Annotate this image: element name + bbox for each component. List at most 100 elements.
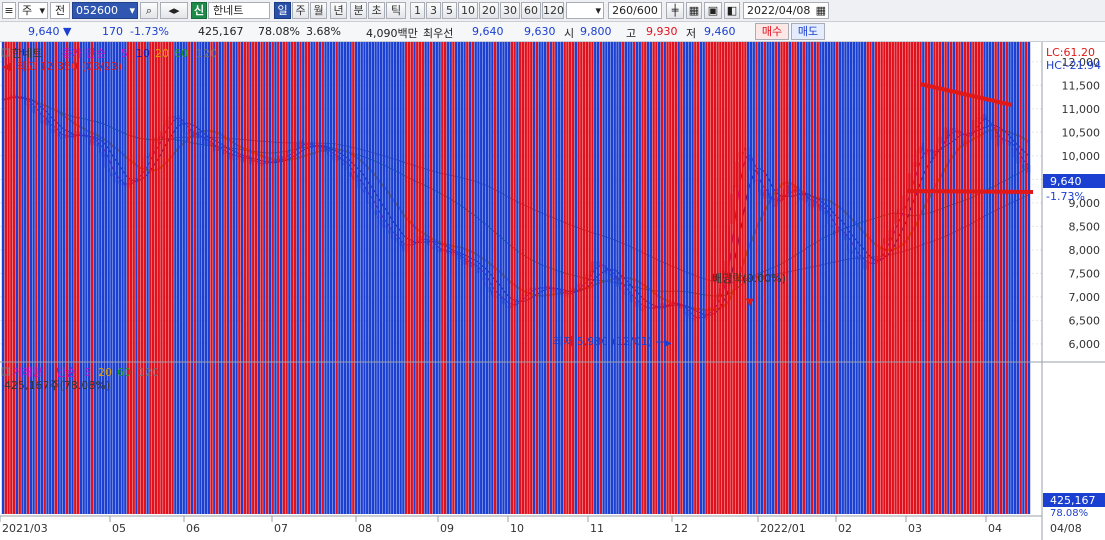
volume-bar	[507, 42, 511, 514]
period-month[interactable]: 월	[310, 2, 327, 19]
volume-bar	[324, 42, 327, 514]
volume-bar	[980, 42, 983, 514]
volume-bar	[279, 42, 283, 514]
candle-toggle-icon[interactable]: ╪	[666, 2, 684, 19]
volume-bar	[207, 42, 210, 514]
stock-chart[interactable]: 6,0006,5007,0007,5008,0008,5009,0009,500…	[0, 42, 1105, 540]
speaker-icon[interactable]: ◂▸	[160, 2, 188, 19]
volume-bar	[616, 42, 619, 514]
chevron-down-icon: ▾	[39, 4, 45, 17]
interval-20[interactable]: 20	[479, 2, 499, 19]
volume-bar	[582, 42, 586, 514]
volume-bar	[510, 42, 514, 514]
period-tick[interactable]: 틱	[386, 2, 406, 19]
volume-bar	[393, 42, 397, 514]
volume-bar	[143, 42, 147, 514]
date-input[interactable]: 2022/04/08 ▦	[743, 2, 829, 19]
legend-ma60: 60	[174, 47, 188, 60]
date-tick-label: 07	[274, 522, 288, 535]
volume-bar	[60, 42, 63, 515]
volume-bar	[435, 42, 438, 514]
market-select[interactable]: 주 ▾	[18, 2, 48, 19]
volume-bar	[632, 42, 636, 514]
volume-bar	[669, 42, 672, 514]
volume-bar	[24, 42, 27, 514]
period-week[interactable]: 주	[292, 2, 309, 19]
volume-bar	[847, 42, 850, 514]
lc-value: LC:61.20	[1046, 46, 1095, 59]
volume-bar	[49, 42, 52, 514]
window-icon[interactable]: ◧	[724, 2, 740, 19]
current-price-pct: -1.73%	[1046, 190, 1085, 203]
volume-bar	[346, 42, 349, 514]
period-day[interactable]: 일	[274, 2, 291, 19]
save-icon[interactable]: ▣	[704, 2, 722, 19]
menu-icon[interactable]: ≡	[2, 2, 16, 19]
period-second[interactable]: 초	[368, 2, 385, 19]
volume-bar	[1, 42, 5, 514]
volume-bar	[607, 42, 611, 514]
interval-120[interactable]: 120	[542, 2, 564, 19]
high-label: 고	[626, 27, 637, 40]
volume-bar	[482, 42, 486, 514]
high-price: 9,930	[646, 25, 678, 38]
period-year[interactable]: 년	[330, 2, 347, 19]
volume-bar	[201, 42, 205, 514]
volume-bar	[605, 42, 608, 514]
interval-1[interactable]: 1	[410, 2, 425, 19]
interval-custom-input[interactable]: ▾	[566, 2, 604, 19]
volume-bar	[827, 42, 831, 514]
volume-bar	[199, 42, 202, 514]
volume-bar	[99, 42, 102, 514]
date-tick-label: 04	[988, 522, 1002, 535]
volume-bar	[357, 42, 361, 514]
interval-10[interactable]: 10	[458, 2, 478, 19]
volume-bar	[188, 42, 191, 514]
count-input[interactable]: 260/600	[608, 2, 662, 19]
interval-5[interactable]: 5	[442, 2, 457, 19]
open-price: 9,800	[580, 25, 612, 38]
interval-3[interactable]: 3	[426, 2, 441, 19]
volume-bar	[71, 42, 74, 514]
volume-bar	[427, 42, 430, 514]
volume-bar	[535, 42, 539, 514]
price-tick-label: 6,000	[1069, 338, 1101, 351]
interval-60[interactable]: 60	[521, 2, 541, 19]
volume-bar	[252, 42, 255, 514]
volume-bar	[382, 42, 386, 514]
volume-bar	[93, 42, 96, 514]
volume-bar	[913, 42, 917, 514]
volume-bar	[696, 42, 700, 514]
buy-button[interactable]: 매수	[755, 23, 789, 40]
calendar-icon[interactable]: ▦	[816, 3, 826, 18]
date-tick-label: 05	[112, 522, 126, 535]
volume-bar	[396, 42, 400, 514]
stock-code-input[interactable]: 052600 ▾	[72, 2, 138, 19]
support-trendline[interactable]	[906, 189, 1034, 194]
volume-bar	[869, 42, 872, 514]
volume-bar	[302, 42, 305, 514]
grid-icon[interactable]: ▦	[686, 2, 702, 19]
search-icon[interactable]: ⌕	[140, 2, 158, 19]
volume-bar	[246, 42, 249, 514]
volume-bar	[899, 42, 903, 514]
volume-bar	[51, 42, 55, 514]
volume-bar	[699, 42, 703, 514]
volume-bar	[37, 42, 41, 514]
period-minute[interactable]: 분	[350, 2, 367, 19]
volume-bar	[449, 42, 452, 514]
volume-bar	[1025, 42, 1028, 514]
volume-bar	[860, 42, 864, 514]
volume-bar	[140, 42, 144, 514]
interval-30[interactable]: 30	[500, 2, 520, 19]
volume-bar	[46, 42, 49, 514]
volume-bar	[588, 42, 591, 514]
volume-bar	[911, 42, 914, 514]
type-select[interactable]: 전	[50, 2, 70, 19]
volume-bar	[580, 42, 583, 514]
sell-button[interactable]: 매도	[791, 23, 825, 40]
volume-bar	[35, 42, 38, 514]
volume-bar	[585, 42, 589, 514]
volume-bar	[82, 42, 85, 514]
volume-bar	[338, 42, 341, 514]
